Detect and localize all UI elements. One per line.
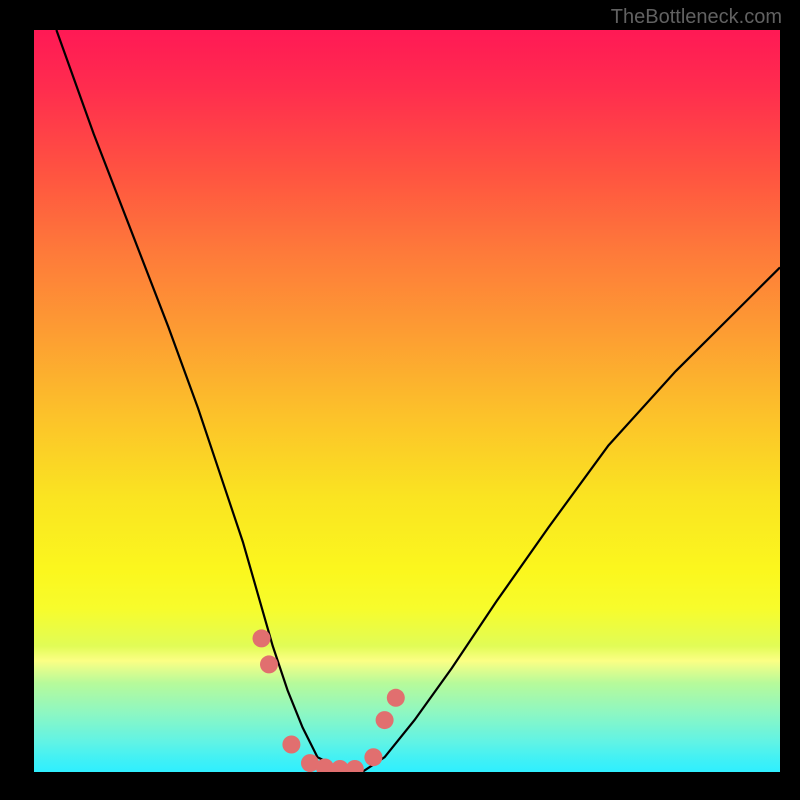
- watermark-text: TheBottleneck.com: [611, 6, 782, 29]
- bottleneck-curve-path: [56, 30, 780, 772]
- highlight-marker: [282, 736, 300, 754]
- bottleneck-curve-svg: [34, 30, 780, 772]
- highlight-marker: [260, 655, 278, 673]
- highlight-marker: [376, 711, 394, 729]
- chart-plot-area: [34, 30, 780, 772]
- highlight-marker: [346, 760, 364, 772]
- highlight-marker: [364, 748, 382, 766]
- highlight-marker: [253, 629, 271, 647]
- highlight-marker: [387, 689, 405, 707]
